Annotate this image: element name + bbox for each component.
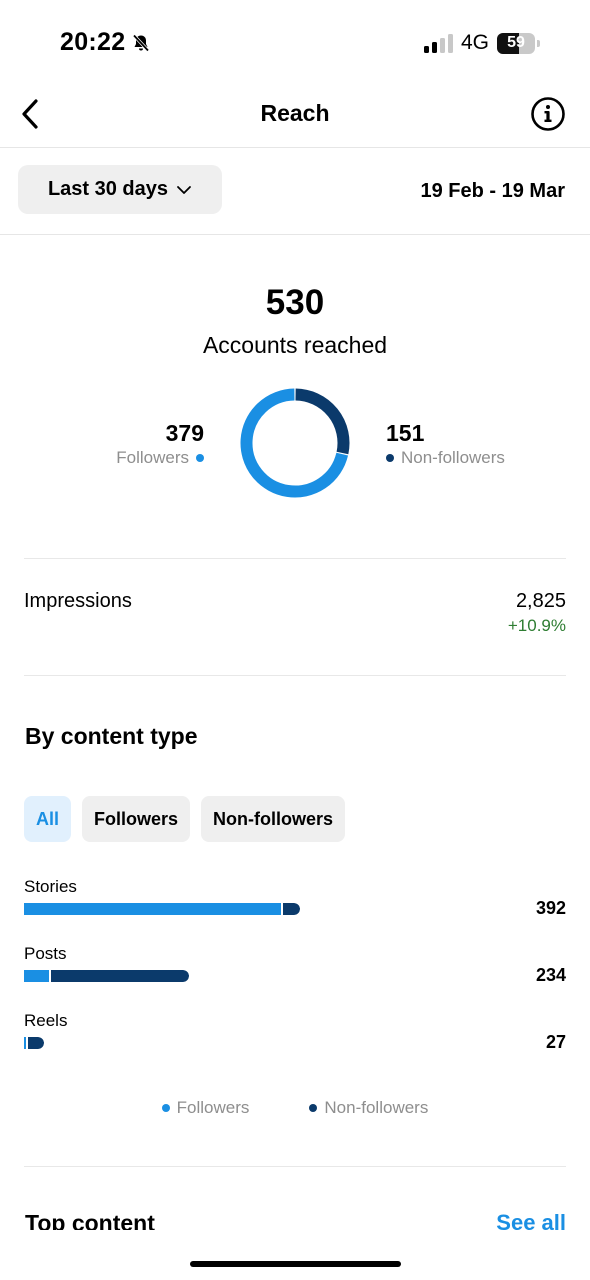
- bar-value: 234: [535, 965, 566, 985]
- impressions-change: +10.9%: [507, 616, 566, 635]
- date-filter-row: Last 30 days 19 Feb - 19 Mar: [0, 149, 590, 235]
- signal-icon: [423, 33, 453, 53]
- accounts-reached-label: Accounts reached: [202, 332, 388, 358]
- nonfollowers-dot: [386, 454, 394, 462]
- bar-row-stories: Stories 392: [24, 877, 566, 927]
- legend-label-followers: Followers: [176, 1098, 250, 1117]
- status-time: 20:22: [60, 28, 151, 57]
- bar-segment-nonfollowers: [26, 1037, 44, 1049]
- followers-dot: [196, 454, 204, 462]
- divider: [24, 675, 566, 676]
- home-indicator[interactable]: [190, 1261, 401, 1267]
- followers-stat: 379 Followers: [116, 420, 204, 468]
- info-button[interactable]: [530, 96, 566, 132]
- legend-dot-nonfollowers: [309, 1104, 318, 1112]
- nav-bar: Reach: [0, 80, 590, 148]
- followers-value: 379: [165, 420, 204, 446]
- chip-all[interactable]: All: [24, 796, 72, 842]
- content-type-title: By content type: [25, 723, 198, 749]
- info-icon: [531, 97, 565, 131]
- date-range-dropdown[interactable]: Last 30 days: [18, 165, 222, 214]
- legend-label-nonfollowers: Non-followers: [324, 1098, 429, 1117]
- bar-row-posts: Posts 234: [24, 944, 566, 994]
- divider: [24, 1166, 566, 1167]
- bar-track: [24, 970, 189, 982]
- bar-row-reels: Reels 27: [24, 1011, 566, 1061]
- status-indicators: 4G 59: [423, 31, 540, 55]
- chart-legend: Followers Non-followers: [0, 1098, 590, 1118]
- nonfollowers-stat: 151 Non-followers: [386, 420, 505, 468]
- bar-label: Stories: [24, 877, 77, 896]
- chip-nonfollowers[interactable]: Non-followers: [201, 796, 346, 842]
- impressions-label: Impressions: [24, 590, 132, 612]
- legend-dot-followers: [161, 1104, 170, 1112]
- top-content-title: Top content: [25, 1210, 155, 1230]
- bar-label: Reels: [24, 1011, 68, 1030]
- date-range-dropdown-label: Last 30 days: [47, 178, 169, 200]
- audience-filter-chips: All Followers Non-followers: [24, 796, 346, 842]
- nonfollowers-value: 151: [386, 420, 425, 446]
- bar-track: [24, 1037, 44, 1049]
- page-title: Reach: [260, 100, 330, 126]
- divider: [24, 558, 566, 559]
- clock-text: 20:22: [60, 28, 126, 56]
- bar-value: 392: [535, 898, 566, 918]
- nonfollowers-label: Non-followers: [401, 448, 505, 467]
- see-all-link[interactable]: See all: [496, 1208, 566, 1230]
- bar-track: [24, 903, 300, 915]
- bar-segment-nonfollowers: [280, 903, 300, 915]
- donut-slice-nonfollowers: [295, 388, 350, 455]
- network-type: 4G: [460, 31, 489, 54]
- bar-value: 27: [545, 1032, 566, 1052]
- bar-segment-followers: [24, 903, 281, 915]
- chip-followers[interactable]: Followers: [82, 796, 191, 842]
- bar-segment-nonfollowers: [48, 970, 189, 982]
- bottom-area: [0, 1230, 590, 1280]
- battery-icon: 59: [497, 32, 535, 54]
- bar-label: Posts: [24, 944, 67, 963]
- status-bar: 20:22 4G 59: [0, 0, 590, 80]
- legend-item-followers: Followers: [161, 1098, 250, 1118]
- bar-segment-followers: [24, 970, 49, 982]
- reach-donut-chart: [240, 388, 350, 498]
- date-range-text: 19 Feb - 19 Mar: [420, 180, 565, 202]
- battery-percent: 59: [507, 34, 525, 51]
- impressions-value: 2,825: [515, 590, 566, 612]
- legend-item-nonfollowers: Non-followers: [309, 1098, 428, 1118]
- followers-label: Followers: [116, 448, 189, 467]
- accounts-reached-value: 530: [265, 283, 325, 322]
- bell-slash-icon: [133, 33, 150, 52]
- chevron-down-icon: [177, 185, 191, 194]
